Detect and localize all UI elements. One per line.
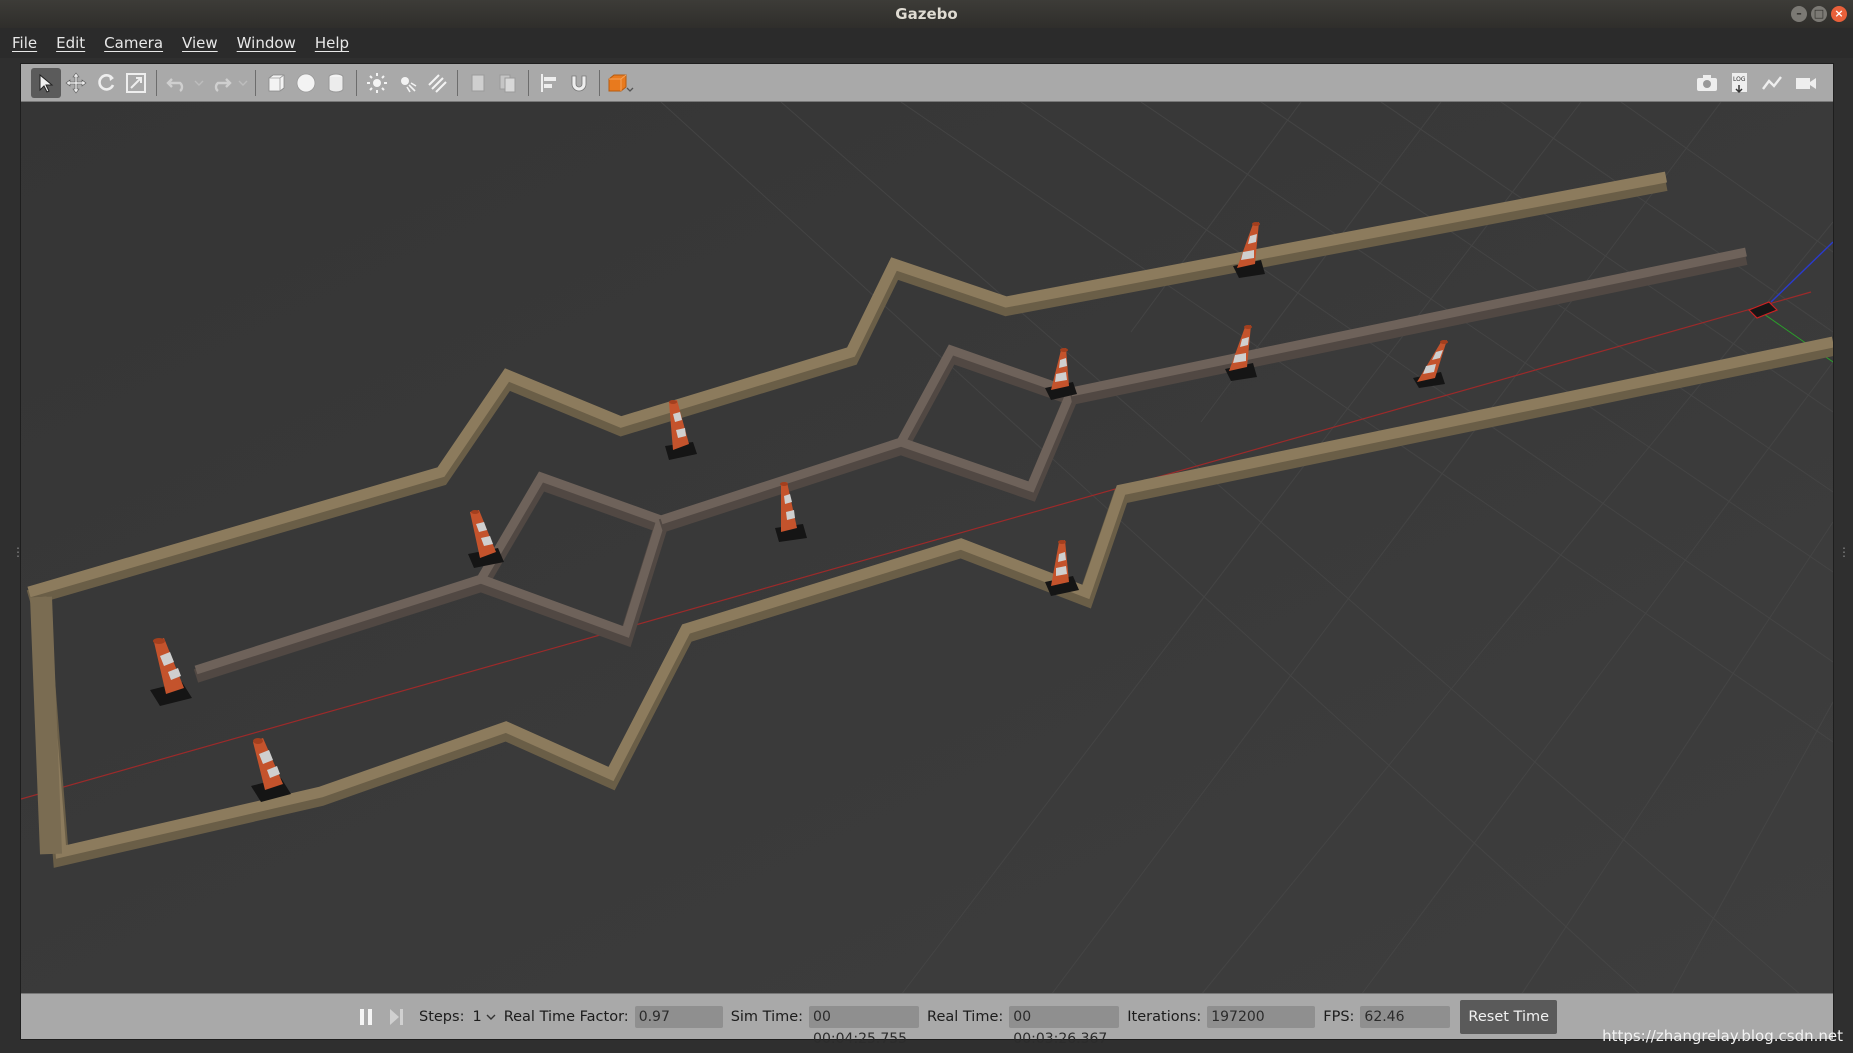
- toolbar-separator: [528, 69, 529, 96]
- step-forward-icon[interactable]: [381, 1002, 411, 1032]
- menu-window[interactable]: Window: [237, 34, 296, 52]
- align-icon[interactable]: [534, 68, 564, 98]
- screenshot-camera-icon[interactable]: [1692, 68, 1722, 98]
- redo-icon[interactable]: [206, 68, 236, 98]
- pause-icon[interactable]: [351, 1002, 381, 1032]
- toolbar-separator: [457, 69, 458, 96]
- steps-label: Steps:: [419, 1008, 465, 1025]
- right-panel-handle[interactable]: ⋮: [1838, 545, 1850, 563]
- real-time-field: 00 00:03:26.367: [1009, 1005, 1120, 1047]
- toolbar-separator: [599, 69, 600, 96]
- point-light-icon[interactable]: [362, 68, 392, 98]
- log-icon[interactable]: LOG: [1725, 68, 1755, 98]
- gazebo-main-panel: LOG Steps: 1 Real Time Factor: 0.97 Sim …: [20, 63, 1834, 1047]
- steps-value[interactable]: 1: [472, 1009, 481, 1025]
- svg-text:LOG: LOG: [1733, 76, 1746, 83]
- 3d-scene-viewport[interactable]: [21, 102, 1833, 995]
- spot-light-icon[interactable]: [392, 68, 422, 98]
- minimize-button[interactable]: –: [1791, 6, 1807, 22]
- toolbar-separator: [356, 69, 357, 96]
- select-arrow-icon[interactable]: [31, 67, 61, 98]
- scale-icon[interactable]: [121, 68, 151, 98]
- sphere-shape-icon[interactable]: [291, 68, 321, 98]
- maximize-button[interactable]: □: [1811, 6, 1827, 22]
- fps-label: FPS:: [1323, 1008, 1355, 1025]
- sim-time-field: 00 00:04:25.755: [809, 1005, 920, 1047]
- undo-dropdown-icon[interactable]: [192, 68, 206, 98]
- real-time-factor-field: 0.97: [634, 1005, 723, 1028]
- sim-time-label: Sim Time:: [730, 1008, 804, 1025]
- real-time-label: Real Time:: [927, 1008, 1004, 1025]
- menu-view[interactable]: View: [182, 34, 218, 52]
- menu-bar: File Edit Camera View Window Help: [0, 28, 1853, 58]
- toolbar-separator: [255, 69, 256, 96]
- cylinder-shape-icon[interactable]: [321, 68, 351, 98]
- snap-magnet-icon[interactable]: [564, 68, 594, 98]
- toolbar-right-group: LOG: [1692, 68, 1821, 98]
- window-titlebar: Gazebo – □ ×: [0, 0, 1853, 28]
- redo-dropdown-icon[interactable]: [236, 68, 250, 98]
- reset-time-button[interactable]: Reset Time: [1460, 999, 1558, 1034]
- left-panel-handle[interactable]: ⋮: [12, 545, 24, 563]
- rotate-icon[interactable]: [91, 68, 121, 98]
- real-time-factor-label: Real Time Factor:: [503, 1008, 629, 1025]
- menu-camera[interactable]: Camera: [104, 34, 163, 52]
- fps-field: 62.46: [1360, 1005, 1451, 1028]
- plot-icon[interactable]: [1758, 68, 1788, 98]
- window-title: Gazebo: [895, 5, 958, 23]
- view-angle-icon[interactable]: [605, 68, 635, 98]
- simulation-status-bar: Steps: 1 Real Time Factor: 0.97 Sim Time…: [21, 993, 1833, 1047]
- box-shape-icon[interactable]: [261, 68, 291, 98]
- video-record-icon[interactable]: [1791, 68, 1821, 98]
- iterations-field: 197200: [1207, 1005, 1316, 1028]
- toolbar: LOG: [21, 64, 1833, 102]
- steps-dropdown-icon[interactable]: [486, 1009, 496, 1025]
- directional-light-icon[interactable]: [422, 68, 452, 98]
- toolbar-separator: [156, 69, 157, 96]
- iterations-label: Iterations:: [1127, 1008, 1202, 1025]
- close-button[interactable]: ×: [1831, 6, 1847, 22]
- translate-icon[interactable]: [61, 68, 91, 98]
- menu-help[interactable]: Help: [315, 34, 349, 52]
- paste-icon[interactable]: [493, 68, 523, 98]
- scene-render: [21, 102, 1833, 995]
- watermark-text: https://zhangrelay.blog.csdn.net: [1602, 1027, 1843, 1045]
- window-controls: – □ ×: [1791, 6, 1847, 22]
- menu-file[interactable]: File: [12, 34, 37, 52]
- undo-icon[interactable]: [162, 68, 192, 98]
- menu-edit[interactable]: Edit: [56, 34, 85, 52]
- copy-icon[interactable]: [463, 68, 493, 98]
